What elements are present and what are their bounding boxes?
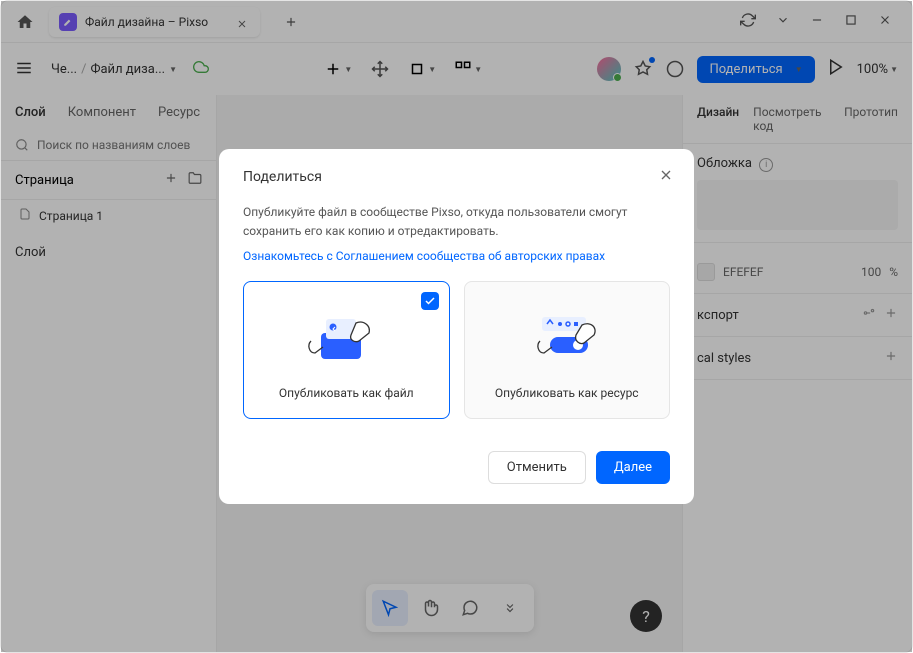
cancel-button[interactable]: Отменить — [488, 451, 586, 484]
option-label: Опубликовать как ресурс — [477, 386, 658, 400]
share-modal: Поделиться Опубликуйте файл в сообществе… — [219, 149, 694, 504]
publish-as-file-option[interactable]: Опубликовать как файл — [243, 281, 450, 419]
modal-overlay: Поделиться Опубликуйте файл в сообществе… — [1, 1, 912, 652]
checkmark-icon — [421, 292, 439, 310]
publish-as-resource-option[interactable]: Опубликовать как ресурс — [464, 281, 671, 419]
modal-description: Опубликуйте файл в сообществе Pixso, отк… — [243, 203, 670, 241]
modal-title: Поделиться — [243, 169, 670, 185]
modal-terms-link[interactable]: Ознакомьтесь с Соглашением сообщества об… — [243, 249, 605, 263]
option-label: Опубликовать как файл — [256, 386, 437, 400]
resource-illustration — [477, 300, 658, 370]
modal-close-icon[interactable] — [658, 167, 674, 187]
file-illustration — [256, 300, 437, 370]
next-button[interactable]: Далее — [596, 451, 670, 484]
